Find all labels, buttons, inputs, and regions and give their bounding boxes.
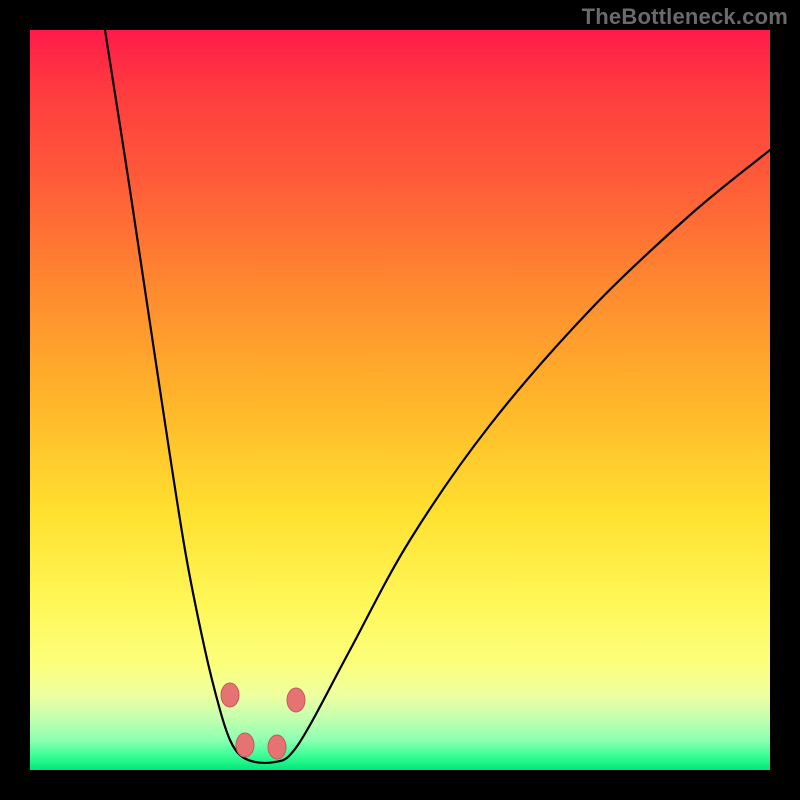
marker-dot [268, 735, 286, 759]
bottleneck-curve [105, 30, 770, 763]
marker-dot [287, 688, 305, 712]
plot-area [30, 30, 770, 770]
marker-dot [236, 733, 254, 757]
curve-layer [30, 30, 770, 770]
marker-dot [221, 683, 239, 707]
chart-frame: TheBottleneck.com [0, 0, 800, 800]
watermark-text: TheBottleneck.com [582, 4, 788, 30]
